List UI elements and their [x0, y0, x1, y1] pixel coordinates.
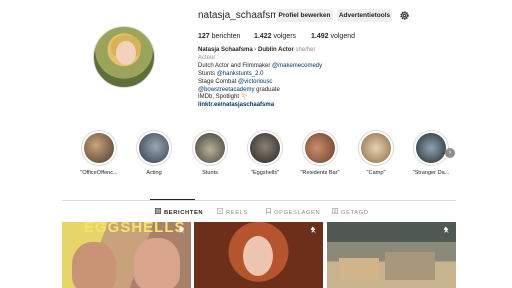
highlight-eggshells[interactable]: "Eggshells" [243, 130, 287, 176]
following-label: volgend [330, 33, 356, 40]
highlight-label: Acting [146, 170, 162, 176]
posts-label: berichten [211, 33, 241, 40]
highlight-ring [81, 130, 117, 166]
bio-line3-text: Stage Combat [198, 78, 237, 85]
followers-count: 1.422 [254, 33, 272, 40]
bio-line2-text: Stunts [198, 70, 216, 77]
bio-line1-text: Dutch Actor and Filmmaker [198, 62, 271, 69]
post-overlay-text: EGGSHELLS [84, 222, 186, 236]
highlight-cover [416, 133, 446, 163]
highlight-label: "Residents Bar" [300, 170, 340, 176]
tab-reels-label: REELS [226, 210, 249, 216]
post-photo-object [339, 258, 379, 280]
highlight-stunts[interactable]: Stunts [188, 130, 232, 176]
highlight-cover [139, 133, 169, 163]
highlight-cover [195, 133, 225, 163]
highlight-cover [250, 133, 280, 163]
highlight-cover [361, 133, 391, 163]
post-photo-person [72, 242, 116, 288]
posts-count-stat: 127 berichten [198, 33, 240, 40]
bio-mention-makemecomedy[interactable]: @makemecomedy [272, 63, 322, 69]
posts-count: 127 [198, 33, 210, 40]
bio-name: Natasja Schaafsma - Dublin Actor [198, 47, 294, 53]
bio-pronouns: she/her [295, 47, 316, 53]
highlight-officeoffence[interactable]: "OfficeOffenc... [77, 130, 121, 176]
grid-icon [155, 208, 161, 214]
bio-line5-text: IMDb, Spotlight 👇🏻 [198, 94, 249, 101]
post-photo-object [385, 252, 435, 280]
tab-posts[interactable]: BERICHTEN [155, 208, 203, 216]
reels-icon [217, 208, 223, 214]
highlight-label: "Eggshells" [250, 170, 280, 176]
highlight-cover [305, 133, 335, 163]
highlight-ring [302, 130, 338, 166]
bio-line4-text: graduate [256, 86, 280, 93]
tabs-divider [62, 200, 456, 201]
tab-reels[interactable]: REELS [217, 208, 248, 216]
edit-profile-button[interactable]: Profiel bewerken [276, 9, 333, 22]
ad-tools-button[interactable]: Advertentietools [337, 9, 392, 22]
following-stat[interactable]: 1.492 volgend [311, 33, 355, 40]
tab-saved[interactable]: OPGESLAGEN [266, 208, 320, 216]
followers-stat[interactable]: 1.422 volgers [254, 33, 296, 40]
highlight-label: Stunts [202, 170, 218, 176]
bookmark-icon [266, 208, 271, 214]
highlight-label: "OfficeOffenc... [80, 170, 118, 176]
chevron-right-icon[interactable]: › [445, 148, 455, 158]
post-tile[interactable] [327, 222, 456, 288]
bio-mention-bowstreetacademy[interactable]: @bowstreetacademy [198, 87, 254, 93]
pin-icon [443, 226, 449, 234]
following-count: 1.492 [311, 33, 329, 40]
highlight-camp[interactable]: "Camp" [354, 130, 398, 176]
profile-username: natasja_schaafsma [198, 10, 285, 21]
bio-mention-victoriousc[interactable]: @victoriousc [238, 79, 272, 85]
bio-mention-hankstunts[interactable]: @hankstunts_2.0 [217, 71, 264, 77]
pin-icon [178, 226, 184, 234]
highlight-cover [84, 133, 114, 163]
profile-bio: Natasja Schaafsma - Dublin Actor she/her… [198, 47, 418, 110]
highlight-label: "Stranger Da... [412, 170, 450, 176]
active-tab-indicator [150, 199, 195, 200]
pin-icon [310, 226, 316, 234]
gear-icon[interactable] [399, 10, 410, 21]
highlight-label: "Camp" [366, 170, 386, 176]
bio-category: Acteur [198, 54, 216, 61]
avatar-face [116, 41, 136, 65]
profile-avatar[interactable] [93, 26, 155, 88]
highlight-ring [413, 130, 449, 166]
post-tile[interactable]: EGGSHELLS [62, 222, 191, 288]
post-tile[interactable] [194, 222, 323, 288]
highlight-ring [358, 130, 394, 166]
tab-posts-label: BERICHTEN [164, 210, 204, 216]
tab-tagged-label: GETAGD [341, 210, 369, 216]
bio-external-link[interactable]: linktr.ee/natasjaschaafsma [198, 102, 418, 110]
highlight-residents-bar[interactable]: "Residents Bar" [298, 130, 342, 176]
followers-label: volgers [273, 33, 297, 40]
highlight-ring [136, 130, 172, 166]
tab-saved-label: OPGESLAGEN [274, 210, 321, 216]
tagged-icon [332, 208, 338, 214]
tab-tagged[interactable]: GETAGD [332, 208, 369, 216]
post-photo-person [243, 236, 273, 276]
highlight-acting[interactable]: Acting [132, 130, 176, 176]
highlight-ring [192, 130, 228, 166]
highlight-ring [247, 130, 283, 166]
post-photo-person [134, 238, 180, 288]
